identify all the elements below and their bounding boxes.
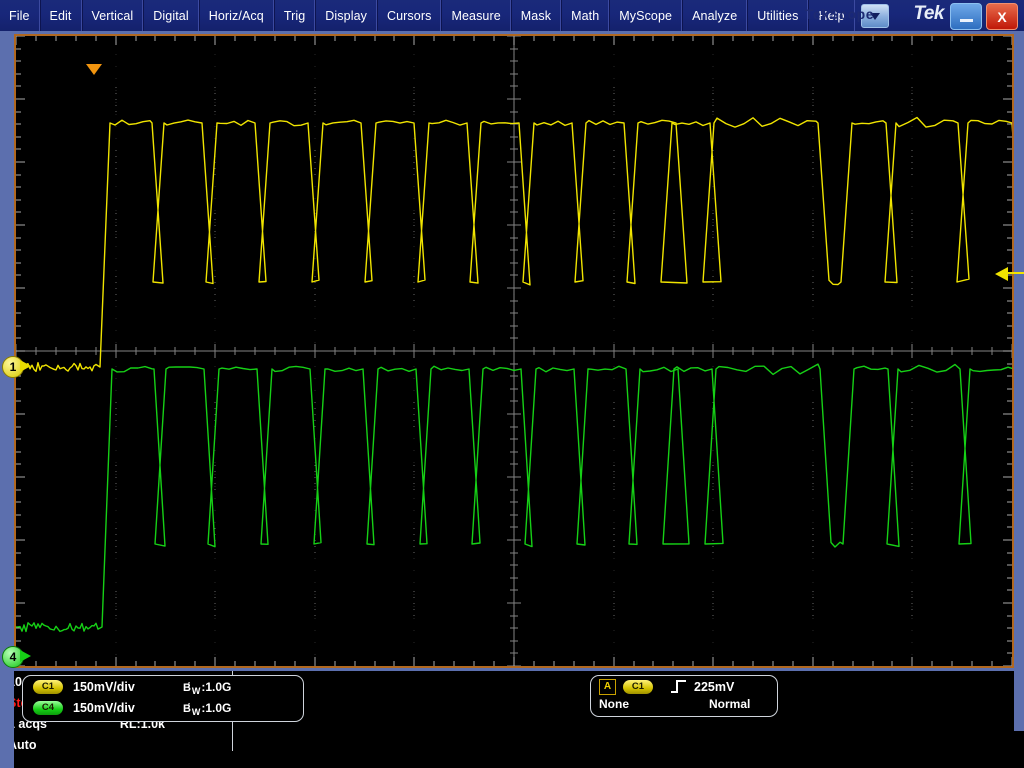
menu-display[interactable]: Display <box>315 0 377 31</box>
trigger-source-badge[interactable]: A <box>599 678 616 695</box>
trigger-position-icon[interactable] <box>86 64 102 75</box>
bw-prime-c1: ′ <box>187 680 190 690</box>
menu-cursors[interactable]: Cursors <box>376 0 442 31</box>
channel-row-c4[interactable]: C4 150mV/div B′W:1.0G <box>23 697 303 718</box>
menu-file[interactable]: File <box>0 0 40 31</box>
graticule-frame[interactable] <box>14 34 1014 668</box>
bw-prime-c4: ′ <box>187 701 190 711</box>
bw-value-c1: :1.0G <box>201 679 232 694</box>
trigger-level-value: 225mV <box>694 679 735 694</box>
channel-1-position-arrow-icon <box>20 360 31 372</box>
channel-bandwidth-c4: B′W:1.0G <box>183 700 232 717</box>
tek-logo: Tek <box>913 3 944 24</box>
bw-sub-c1: W <box>191 685 201 696</box>
trigger-coupling: None <box>599 697 629 711</box>
trigger-mode-status: Auto <box>8 737 37 752</box>
trigger-main-row: A C1 225mV <box>591 676 777 697</box>
channel-bandwidth-c1: B′W:1.0G <box>183 679 232 696</box>
status-bar: C1 150mV/div B′W:1.0G C4 150mV/div B′W:1… <box>0 671 1024 768</box>
menu-measure[interactable]: Measure <box>441 0 511 31</box>
menu-bar: File Edit Vertical Digital Horiz/Acq Tri… <box>0 0 1024 31</box>
graticule-inner <box>16 36 1012 666</box>
trigger-channel-badge[interactable]: C1 <box>623 679 653 694</box>
menu-utilities[interactable]: Utilities <box>747 0 809 31</box>
menu-vertical[interactable]: Vertical <box>81 0 144 31</box>
bottom-left-filler <box>0 671 14 768</box>
bw-value-c4: :1.0G <box>201 700 232 715</box>
menu-digital[interactable]: Digital <box>143 0 199 31</box>
menu-myscope[interactable]: MyScope <box>609 0 683 31</box>
vertical-readout-panel[interactable]: C1 150mV/div B′W:1.0G C4 150mV/div B′W:1… <box>22 675 304 722</box>
scope-display-area: 1 4 <box>0 31 1024 671</box>
channel-badge-c1[interactable]: C1 <box>33 679 63 694</box>
menu-trig[interactable]: Trig <box>273 0 316 31</box>
bottom-right-filler <box>1014 671 1024 731</box>
waveform-traces <box>16 116 1012 633</box>
rising-edge-icon <box>670 679 688 694</box>
horiz-row-4: Auto <box>0 734 232 755</box>
menu-horiz-acq[interactable]: Horiz/Acq <box>198 0 274 31</box>
minimize-button[interactable] <box>950 3 982 30</box>
trigger-readout-panel[interactable]: A C1 225mV None Normal <box>590 675 778 717</box>
menu-edit[interactable]: Edit <box>39 0 82 31</box>
menu-analyze[interactable]: Analyze <box>682 0 748 31</box>
window-ghost-title: TekScope <box>804 6 874 22</box>
menu-math[interactable]: Math <box>561 0 610 31</box>
waveform-trace-c1 <box>16 116 1012 373</box>
menu-mask[interactable]: Mask <box>510 0 562 31</box>
menu-item-list: File Edit Vertical Digital Horiz/Acq Tri… <box>0 0 855 31</box>
trigger-level-line <box>1006 272 1024 274</box>
channel-scale-c1: 150mV/div <box>73 679 135 694</box>
channel-badge-c4[interactable]: C4 <box>33 700 63 715</box>
bw-sub-c4: W <box>191 706 201 717</box>
trigger-mode: Normal <box>709 697 751 711</box>
channel-4-position-arrow-icon <box>20 650 31 662</box>
channel-row-c1[interactable]: C1 150mV/div B′W:1.0G <box>23 676 303 697</box>
close-button[interactable]: X <box>986 3 1018 30</box>
trigger-level-icon[interactable] <box>995 267 1008 281</box>
minimize-icon <box>959 18 973 22</box>
trigger-sub-row: None Normal <box>591 697 777 714</box>
channel-scale-c4: 150mV/div <box>73 700 135 715</box>
waveform-trace-c4 <box>16 363 1012 633</box>
